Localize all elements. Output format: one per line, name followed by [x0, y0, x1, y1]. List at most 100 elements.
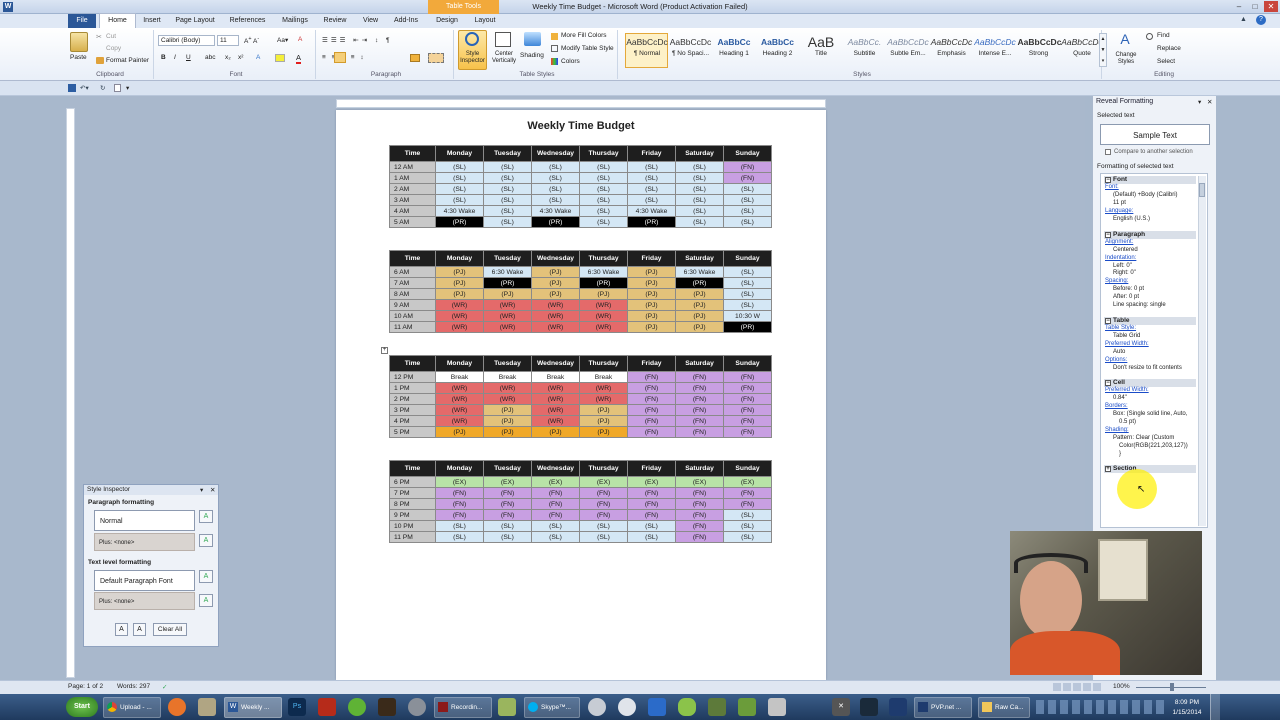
style-gallery-item[interactable]: AaBbCcDc Subtle Em... — [887, 34, 929, 67]
schedule-cell[interactable]: (FN) — [675, 520, 724, 532]
schedule-cell[interactable]: (WR) — [531, 321, 580, 333]
schedule-cell[interactable]: (FN) — [675, 531, 724, 543]
table-header-cell[interactable]: Wednesday — [531, 145, 580, 162]
schedule-cell[interactable]: (FN) — [579, 487, 628, 499]
table-header-cell[interactable]: Tuesday — [483, 460, 532, 477]
text-plus-box[interactable]: Plus: <none> — [94, 592, 195, 610]
tab-layout[interactable]: Layout — [468, 14, 502, 28]
schedule-cell[interactable]: (SL) — [483, 531, 532, 543]
change-styles-icon[interactable]: A — [1116, 31, 1134, 49]
schedule-cell[interactable]: (SL) — [723, 216, 772, 228]
help-icon[interactable]: ? — [1256, 15, 1266, 25]
table-header-cell[interactable]: Thursday — [579, 355, 628, 372]
clear-formatting-icon[interactable]: A — [298, 36, 302, 43]
tab-mailings[interactable]: Mailings — [275, 14, 315, 28]
paragraph-style-box[interactable]: Normal — [94, 510, 195, 531]
time-cell[interactable]: 3 AM — [389, 194, 436, 206]
clock-date[interactable]: 1/15/2014 — [1168, 709, 1206, 716]
league-icon[interactable] — [889, 698, 907, 716]
schedule-cell[interactable]: (PR) — [579, 277, 628, 289]
tab-home[interactable]: Home — [100, 14, 135, 28]
photoshop-icon[interactable]: Ps — [288, 698, 306, 716]
schedule-cell[interactable]: 4:30 Wake — [531, 205, 580, 217]
more-fill-colors-button[interactable]: More Fill Colors — [561, 32, 607, 39]
taskbar-raw-ca[interactable]: Raw Ca... — [978, 697, 1030, 718]
cut-icon[interactable]: ✂ — [96, 33, 104, 41]
schedule-cell[interactable]: (PJ) — [675, 310, 724, 322]
align-center-active-icon[interactable] — [334, 52, 346, 63]
minimize-ribbon-icon[interactable]: ▲ — [1240, 16, 1250, 26]
app-icon-7[interactable] — [708, 698, 726, 716]
shading-icon[interactable] — [524, 32, 541, 46]
table-header-cell[interactable]: Friday — [627, 460, 676, 477]
schedule-cell[interactable]: (SL) — [675, 194, 724, 206]
table-header-cell[interactable]: Friday — [627, 145, 676, 162]
schedule-cell[interactable]: (SL) — [531, 194, 580, 206]
schedule-cell[interactable]: (PJ) — [531, 277, 580, 289]
page-count[interactable]: Page: 1 of 2 — [68, 683, 103, 690]
table-header-cell[interactable]: Wednesday — [531, 355, 580, 372]
schedule-cell[interactable]: (SL) — [579, 205, 628, 217]
customize-qat-icon[interactable]: ▾ — [126, 84, 129, 92]
minimize-icon[interactable]: – — [1232, 1, 1246, 12]
schedule-cell[interactable]: (WR) — [483, 321, 532, 333]
steam-icon[interactable] — [860, 698, 878, 716]
schedule-cell[interactable]: (SL) — [531, 172, 580, 184]
schedule-cell[interactable]: (SL) — [723, 509, 772, 521]
table-header-cell[interactable]: Saturday — [675, 355, 724, 372]
schedule-cell[interactable]: (SL) — [435, 183, 484, 195]
schedule-cell[interactable]: (SL) — [675, 161, 724, 173]
time-cell[interactable]: 9 PM — [389, 509, 436, 521]
table-header-cell[interactable]: Sunday — [723, 460, 772, 477]
alignment-link[interactable]: Alignment: — [1105, 239, 1133, 245]
time-table[interactable]: Time Monday Tuesday Wednesday Thursday Friday… — [389, 250, 772, 333]
schedule-cell[interactable]: (SL) — [531, 531, 580, 543]
schedule-cell[interactable]: (PJ) — [627, 266, 676, 278]
styles-scroll-icon[interactable]: ▲ ▼ ▾ — [1099, 33, 1107, 67]
schedule-cell[interactable]: (SL) — [531, 520, 580, 532]
tab-add-ins[interactable]: Add-Ins — [390, 14, 422, 28]
schedule-cell[interactable]: (FN) — [675, 393, 724, 405]
schedule-cell[interactable]: (FN) — [531, 498, 580, 510]
schedule-cell[interactable]: (PJ) — [435, 426, 484, 438]
schedule-cell[interactable]: (PJ) — [435, 288, 484, 300]
reset-text-style-icon[interactable]: A — [199, 570, 213, 583]
highlight-icon[interactable] — [275, 54, 285, 62]
schedule-cell[interactable]: (SL) — [723, 299, 772, 311]
formatting-scroll-thumb[interactable] — [1199, 183, 1205, 197]
schedule-cell[interactable]: (WR) — [579, 382, 628, 394]
schedule-cell[interactable]: (SL) — [435, 194, 484, 206]
schedule-cell[interactable]: (EX) — [531, 476, 580, 488]
schedule-cell[interactable]: (FN) — [627, 415, 676, 427]
time-cell[interactable]: 5 PM — [389, 426, 436, 438]
schedule-cell[interactable]: (WR) — [435, 299, 484, 311]
schedule-cell[interactable]: (SL) — [435, 161, 484, 173]
schedule-cell[interactable]: (SL) — [531, 161, 580, 173]
cell-section[interactable]: − Cell — [1104, 379, 1196, 387]
time-cell[interactable]: 8 PM — [389, 498, 436, 510]
schedule-cell[interactable]: (SL) — [675, 216, 724, 228]
section-section[interactable]: + Section — [1104, 465, 1196, 473]
tab-insert[interactable]: Insert — [137, 14, 167, 28]
find-icon[interactable] — [1146, 33, 1153, 40]
schedule-cell[interactable]: (SL) — [723, 520, 772, 532]
schedule-cell[interactable]: (EX) — [579, 476, 628, 488]
schedule-cell[interactable]: (EX) — [483, 476, 532, 488]
schedule-cell[interactable]: (PJ) — [579, 415, 628, 427]
table-header-cell[interactable]: Monday — [435, 250, 484, 267]
schedule-cell[interactable]: (WR) — [579, 321, 628, 333]
schedule-cell[interactable]: (FN) — [627, 371, 676, 383]
time-cell[interactable]: 3 PM — [389, 404, 436, 416]
word-count[interactable]: Words: 297 — [117, 683, 150, 690]
schedule-cell[interactable]: (WR) — [435, 415, 484, 427]
table-move-handle-icon[interactable]: + — [381, 347, 388, 354]
schedule-cell[interactable]: (SL) — [627, 520, 676, 532]
schedule-cell[interactable]: (FN) — [675, 382, 724, 394]
table-header-cell[interactable]: Wednesday — [531, 250, 580, 267]
app-icon-3[interactable] — [498, 698, 516, 716]
center-vertically-button[interactable]: Center Vertically — [489, 51, 519, 65]
app-icon-8[interactable] — [768, 698, 786, 716]
start-button[interactable]: Start — [66, 697, 98, 717]
compare-checkbox[interactable] — [1105, 149, 1111, 155]
time-cell[interactable]: 5 AM — [389, 216, 436, 228]
